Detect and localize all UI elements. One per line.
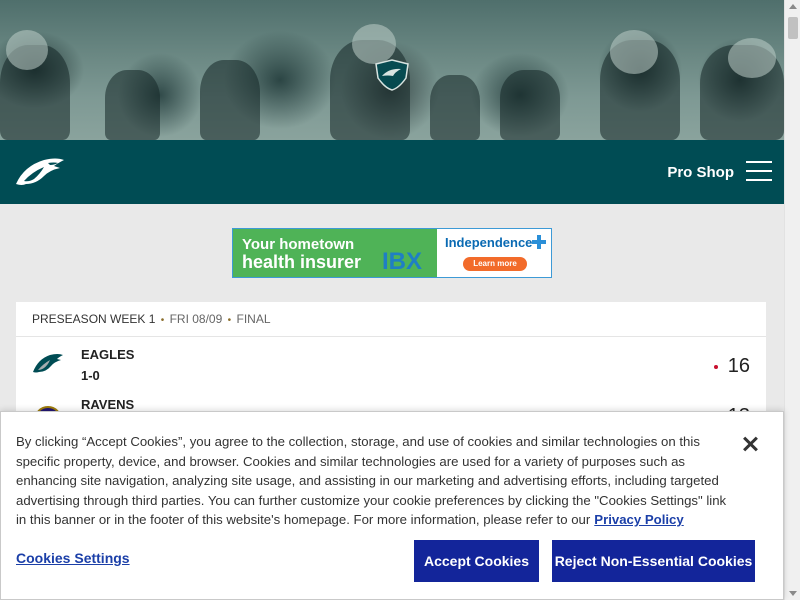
game-date: FRI 08/09 [169, 312, 223, 326]
ad-banner[interactable]: Your hometown health insurer IBX Indepen… [232, 228, 552, 278]
team-name: RAVENS [81, 397, 135, 412]
ad-headline-1: Your hometown [242, 236, 355, 253]
privacy-policy-link[interactable]: Privacy Policy [594, 512, 683, 527]
ad-learn-more-button[interactable]: Learn more [463, 257, 527, 271]
ad-brand-name: Independence [445, 235, 533, 250]
eagles-logo-icon[interactable] [14, 154, 66, 190]
team-name: EAGLES [81, 347, 135, 362]
ibx-logo: IBX [380, 247, 434, 273]
pro-shop-link[interactable]: Pro Shop [667, 164, 734, 181]
winner-indicator [714, 365, 718, 369]
menu-icon[interactable] [746, 161, 772, 181]
game-status: FINAL [236, 312, 271, 326]
game-score-card[interactable]: PRESEASON WEEK 1 • FRI 08/09 • FINAL EAG… [16, 302, 766, 434]
team-score: 16 [727, 355, 750, 377]
cookies-settings-link[interactable]: Cookies Settings [16, 550, 130, 566]
cookie-text: By clicking “Accept Cookies”, you agree … [16, 432, 728, 530]
scroll-up-arrow-icon[interactable] [789, 4, 797, 9]
cookie-banner: By clicking “Accept Cookies”, you agree … [0, 411, 784, 600]
game-header: PRESEASON WEEK 1 • FRI 08/09 • FINAL [16, 302, 766, 337]
site-navbar: Pro Shop [0, 140, 784, 204]
scrollbar[interactable] [784, 0, 800, 600]
ad-right-panel: Independence Learn more [437, 229, 551, 277]
scroll-down-arrow-icon[interactable] [789, 591, 797, 596]
accept-cookies-button[interactable]: Accept Cookies [414, 540, 539, 582]
hero-image [0, 0, 784, 140]
plus-cross-icon [532, 235, 546, 249]
ad-headline-2: health insurer [242, 252, 362, 272]
eagles-shield-icon [375, 59, 409, 91]
reject-cookies-button[interactable]: Reject Non-Essential Cookies [552, 540, 755, 582]
game-week: PRESEASON WEEK 1 [32, 312, 156, 326]
team-record: 1-0 [81, 368, 100, 383]
ibx-mark: IBX [382, 248, 422, 273]
scroll-thumb[interactable] [788, 17, 798, 39]
close-icon[interactable] [742, 435, 760, 453]
ad-left-panel: Your hometown health insurer IBX [233, 229, 437, 277]
team-row-eagles: EAGLES 1-0 16 [16, 340, 766, 390]
eagles-logo-icon [33, 354, 63, 373]
